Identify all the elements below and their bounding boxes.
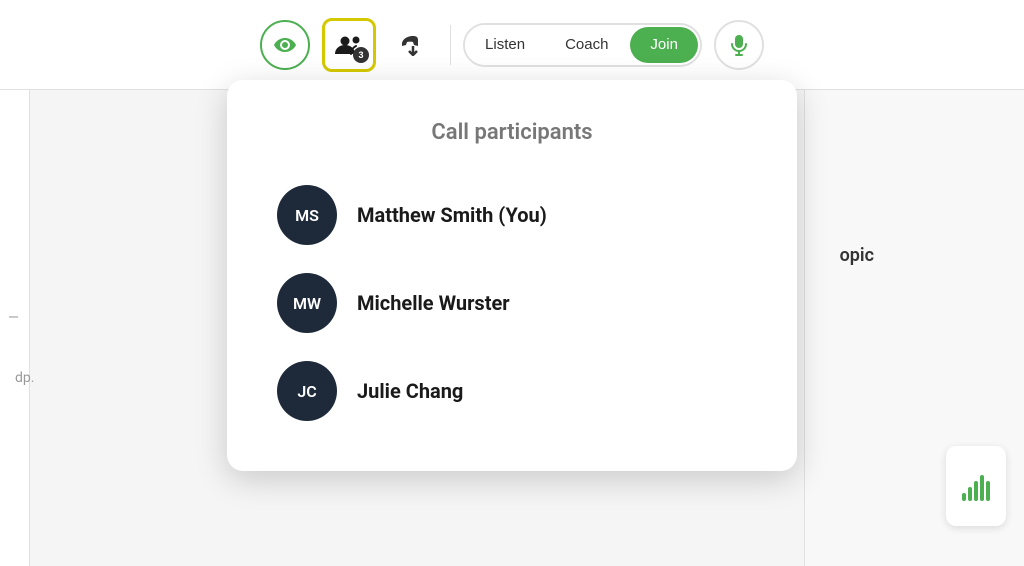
participant-item: MW Michelle Wurster (277, 273, 747, 333)
eye-button[interactable] (260, 20, 310, 70)
participant-name: Michelle Wurster (357, 291, 510, 315)
avatar: MW (277, 273, 337, 333)
join-button[interactable]: Join (630, 27, 698, 63)
participant-list: MS Matthew Smith (You) MW Michelle Wurster J… (277, 185, 747, 421)
avatar: MS (277, 185, 337, 245)
coach-button[interactable]: Coach (545, 25, 628, 65)
participant-name: Matthew Smith (You) (357, 203, 547, 227)
listen-button[interactable]: Listen (465, 25, 545, 65)
topic-label: opic (840, 245, 874, 266)
mic-button[interactable] (714, 20, 764, 70)
participant-item: JC Julie Chang (277, 361, 747, 421)
toolbar: 3 Listen Coach Join (0, 0, 1024, 90)
participants-button[interactable]: 3 (322, 18, 376, 72)
toolbar-divider (450, 25, 451, 65)
participant-item: MS Matthew Smith (You) (277, 185, 747, 245)
participants-popup: Call participants MSMatthew Smith (You)M… (227, 80, 797, 471)
toolbar-controls: 3 Listen Coach Join (260, 18, 764, 72)
sidebar-dash: — (8, 310, 19, 326)
participants-badge: 3 (353, 47, 369, 63)
audio-widget (946, 446, 1006, 526)
sidebar-dp: dp. (15, 370, 34, 386)
sidebar: — dp. (0, 90, 30, 566)
hangup-button[interactable] (388, 20, 438, 70)
call-controls: Listen Coach Join (463, 23, 702, 67)
avatar: JC (277, 361, 337, 421)
audio-bars (962, 471, 990, 501)
popup-title: Call participants (277, 120, 747, 145)
participant-name: Julie Chang (357, 379, 463, 403)
